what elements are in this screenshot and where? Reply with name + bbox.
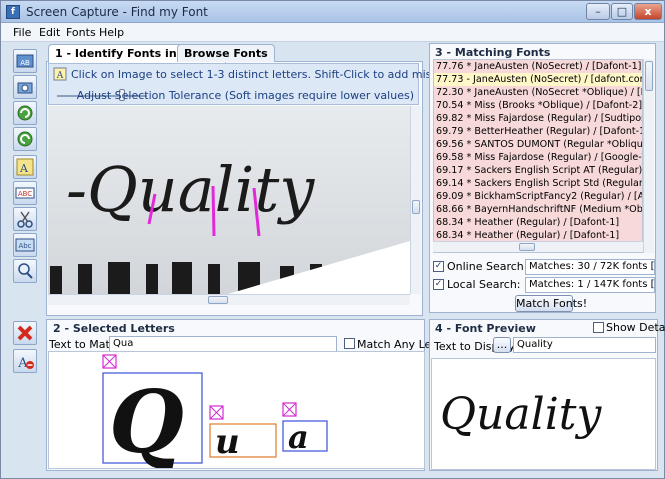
preview-render: Quality bbox=[440, 389, 602, 440]
selection-marker bbox=[211, 185, 216, 237]
font-match-row[interactable]: 69.14 * Sackers English Script Std (Regu… bbox=[434, 177, 642, 190]
preview-sample-text: Quality bbox=[440, 389, 602, 440]
font-match-row[interactable]: 69.17 * Sackers English Script AT (Regul… bbox=[434, 164, 642, 177]
online-search-label: Online Search: bbox=[447, 260, 528, 273]
camera-icon[interactable] bbox=[13, 75, 37, 99]
capture-image-icon[interactable]: AB bbox=[13, 49, 37, 73]
font-match-row[interactable]: 77.73 - JaneAusten (NoSecret) / [dafont.… bbox=[434, 73, 642, 86]
image-vscroll-thumb[interactable] bbox=[412, 200, 420, 214]
app-window: f Screen Capture - Find my Font – □ x Fi… bbox=[0, 0, 665, 479]
font-match-row[interactable]: 69.79 * BetterHeather (Regular) / [Dafon… bbox=[434, 125, 642, 138]
menu-help[interactable]: Help bbox=[99, 26, 124, 39]
image-vscroll[interactable] bbox=[410, 106, 421, 294]
abc-icon[interactable]: ABC bbox=[13, 181, 37, 205]
tolerance-label: Adjust Selection Tolerance (Soft images … bbox=[76, 89, 414, 102]
fonts-vscroll-thumb[interactable] bbox=[645, 61, 653, 91]
image-hscroll[interactable] bbox=[48, 294, 410, 305]
text-to-display-input[interactable]: Quality bbox=[513, 337, 656, 353]
online-search-status: Matches: 30 / 72K fonts [9.3s] bbox=[525, 259, 655, 275]
fonts-vscroll[interactable] bbox=[643, 59, 654, 253]
local-search-checkbox[interactable]: ✓ bbox=[433, 279, 444, 290]
image-hscroll-thumb[interactable] bbox=[208, 296, 228, 304]
font-match-row[interactable]: 70.54 * Miss (Brooks *Oblique) / [Dafont… bbox=[434, 99, 642, 112]
svg-text:Abc: Abc bbox=[18, 242, 31, 250]
scissors-icon[interactable] bbox=[13, 207, 37, 231]
fonts-hscroll-thumb[interactable] bbox=[519, 243, 535, 251]
text-options-button[interactable]: ... bbox=[493, 337, 511, 353]
svg-text:A: A bbox=[56, 71, 64, 81]
app-icon: f bbox=[6, 5, 20, 19]
window-title: Screen Capture - Find my Font bbox=[26, 5, 208, 19]
captured-text-image[interactable]: -Quality bbox=[48, 106, 410, 294]
glyph-u: u bbox=[215, 422, 240, 462]
font-preview-area: Quality bbox=[431, 358, 656, 470]
font-match-row[interactable]: 77.76 * JaneAusten (NoSecret) / [Dafont-… bbox=[434, 60, 642, 73]
match-fonts-button[interactable]: Match Fonts! bbox=[515, 295, 587, 312]
menu-fonts[interactable]: Fonts bbox=[66, 26, 96, 39]
font-match-row[interactable]: 69.82 * Miss Fajardose (Regular) / [Sudt… bbox=[434, 112, 642, 125]
letters-film-icon[interactable]: Abc bbox=[13, 233, 37, 257]
font-match-row[interactable]: 69.09 * BickhamScriptFancy2 (Regular) / … bbox=[434, 190, 642, 203]
source-image[interactable]: -Quality bbox=[48, 106, 410, 294]
font-match-row[interactable]: 68.66 * BayernHandschriftNF (Medium *Obl… bbox=[434, 203, 642, 216]
zoom-icon[interactable] bbox=[13, 259, 37, 283]
tab-browse-fonts[interactable]: Browse Fonts bbox=[177, 44, 275, 62]
svg-text:A: A bbox=[19, 162, 29, 175]
svg-text:AB: AB bbox=[20, 59, 30, 67]
undo-icon[interactable] bbox=[13, 101, 37, 125]
font-match-row[interactable]: 72.30 * JaneAusten (NoSecret *Oblique) /… bbox=[434, 86, 642, 99]
show-details-checkbox[interactable] bbox=[593, 322, 604, 333]
menu-bar: File Edit Fonts Help bbox=[1, 23, 664, 42]
menu-file[interactable]: File bbox=[13, 26, 31, 39]
font-match-row[interactable]: 69.58 * Miss Fajardose (Regular) / [Goog… bbox=[434, 151, 642, 164]
image-script-text: -Quality bbox=[66, 153, 315, 226]
menu-edit[interactable]: Edit bbox=[39, 26, 60, 39]
redo-icon[interactable] bbox=[13, 127, 37, 151]
selected-letters-canvas[interactable]: Q u a bbox=[48, 351, 425, 469]
match-any-letter-checkbox[interactable] bbox=[344, 338, 355, 349]
svg-text:ABC: ABC bbox=[18, 190, 32, 198]
hint-bar: A Click on Image to select 1-3 distinct … bbox=[48, 63, 493, 105]
local-search-label: Local Search: bbox=[447, 278, 521, 291]
selection-tools: A bbox=[11, 321, 41, 381]
glyph-q: Q bbox=[109, 372, 184, 469]
maximize-button[interactable]: □ bbox=[611, 3, 633, 20]
font-match-row[interactable]: 68.34 * Heather (Regular) / [Dafont-1] bbox=[434, 216, 642, 229]
capture-hint-icon: A bbox=[53, 67, 67, 81]
matching-title: 3 - Matching Fonts bbox=[435, 46, 551, 59]
local-search-status: Matches: 1 / 147K fonts [34s - 254% bbox=[525, 277, 655, 293]
online-search-checkbox[interactable]: ✓ bbox=[433, 261, 444, 272]
delete-selection-icon[interactable] bbox=[13, 321, 37, 345]
show-details-label: Show Details bbox=[606, 321, 665, 334]
fonts-hscroll[interactable] bbox=[433, 241, 643, 252]
close-button[interactable]: x bbox=[634, 3, 662, 20]
remove-letter-marker[interactable] bbox=[102, 354, 117, 369]
remove-letter-icon[interactable]: A bbox=[13, 349, 37, 373]
remove-letter-marker[interactable] bbox=[209, 405, 224, 420]
matching-fonts-list[interactable]: 77.76 * JaneAusten (NoSecret) / [Dafont-… bbox=[433, 59, 643, 253]
remove-letter-marker[interactable] bbox=[282, 402, 297, 417]
font-match-row[interactable]: 69.56 * SANTOS DUMONT (Regular *Oblique)… bbox=[434, 138, 642, 151]
font-preview-title: 4 - Font Preview bbox=[435, 322, 536, 335]
add-letter-icon[interactable]: A bbox=[13, 155, 37, 179]
letter-glyphs: Q u a bbox=[102, 354, 328, 469]
left-toolbar: AB A ABC Abc bbox=[9, 45, 41, 325]
text-to-match-input[interactable]: Qua bbox=[109, 336, 337, 352]
status-bar bbox=[1, 472, 664, 478]
title-bar[interactable]: f Screen Capture - Find my Font – □ x bbox=[1, 1, 664, 23]
selected-letters-title: 2 - Selected Letters bbox=[53, 322, 175, 335]
glyph-a: a bbox=[288, 418, 309, 456]
minimize-button[interactable]: – bbox=[586, 3, 610, 20]
